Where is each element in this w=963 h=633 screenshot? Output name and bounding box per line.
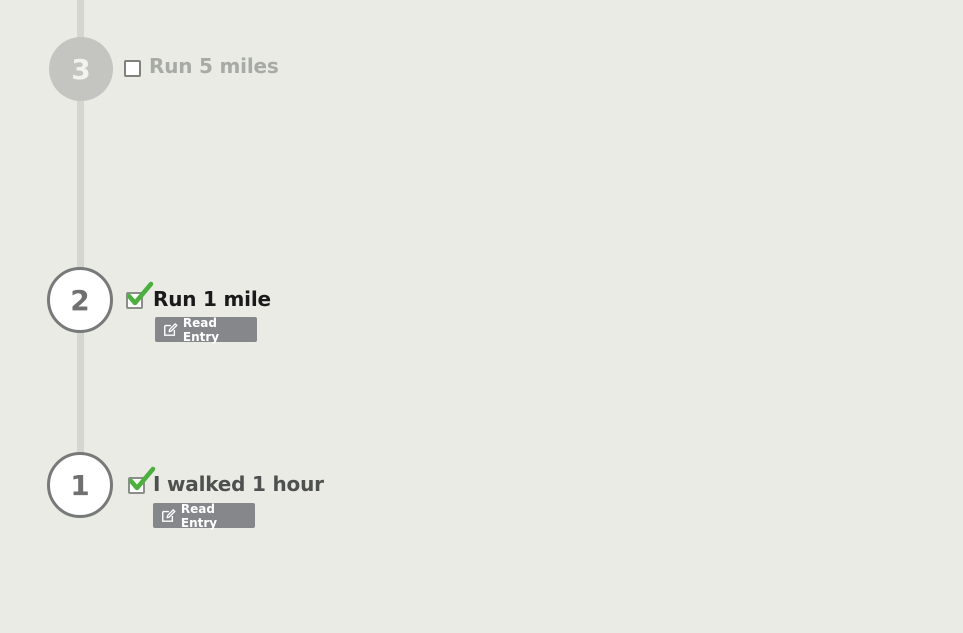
read-entry-label: Read Entry bbox=[182, 315, 220, 344]
step-number: 3 bbox=[71, 52, 91, 86]
step-number: 1 bbox=[70, 468, 90, 502]
step-number-circle: 3 bbox=[49, 37, 113, 101]
checkmark-icon bbox=[126, 281, 154, 306]
checkmark-icon bbox=[128, 466, 156, 491]
goal-title: Run 5 miles bbox=[149, 54, 279, 78]
read-entry-label: Read Entry bbox=[180, 501, 218, 530]
step-number-circle: 1 bbox=[47, 452, 113, 518]
read-entry-button[interactable]: Read Entry bbox=[155, 315, 257, 344]
edit-icon bbox=[164, 323, 178, 336]
goal-title: Run 1 mile bbox=[153, 287, 271, 311]
step-number: 2 bbox=[70, 283, 90, 317]
step-number-circle: 2 bbox=[47, 267, 113, 333]
edit-icon bbox=[162, 509, 176, 522]
goal-checkbox[interactable] bbox=[124, 60, 141, 77]
read-entry-button[interactable]: Read Entry bbox=[153, 501, 255, 530]
goal-title: I walked 1 hour bbox=[153, 472, 324, 496]
goal-timeline: 3 Run 5 miles 2 Run 1 mile Read Entry 1 … bbox=[0, 0, 963, 633]
